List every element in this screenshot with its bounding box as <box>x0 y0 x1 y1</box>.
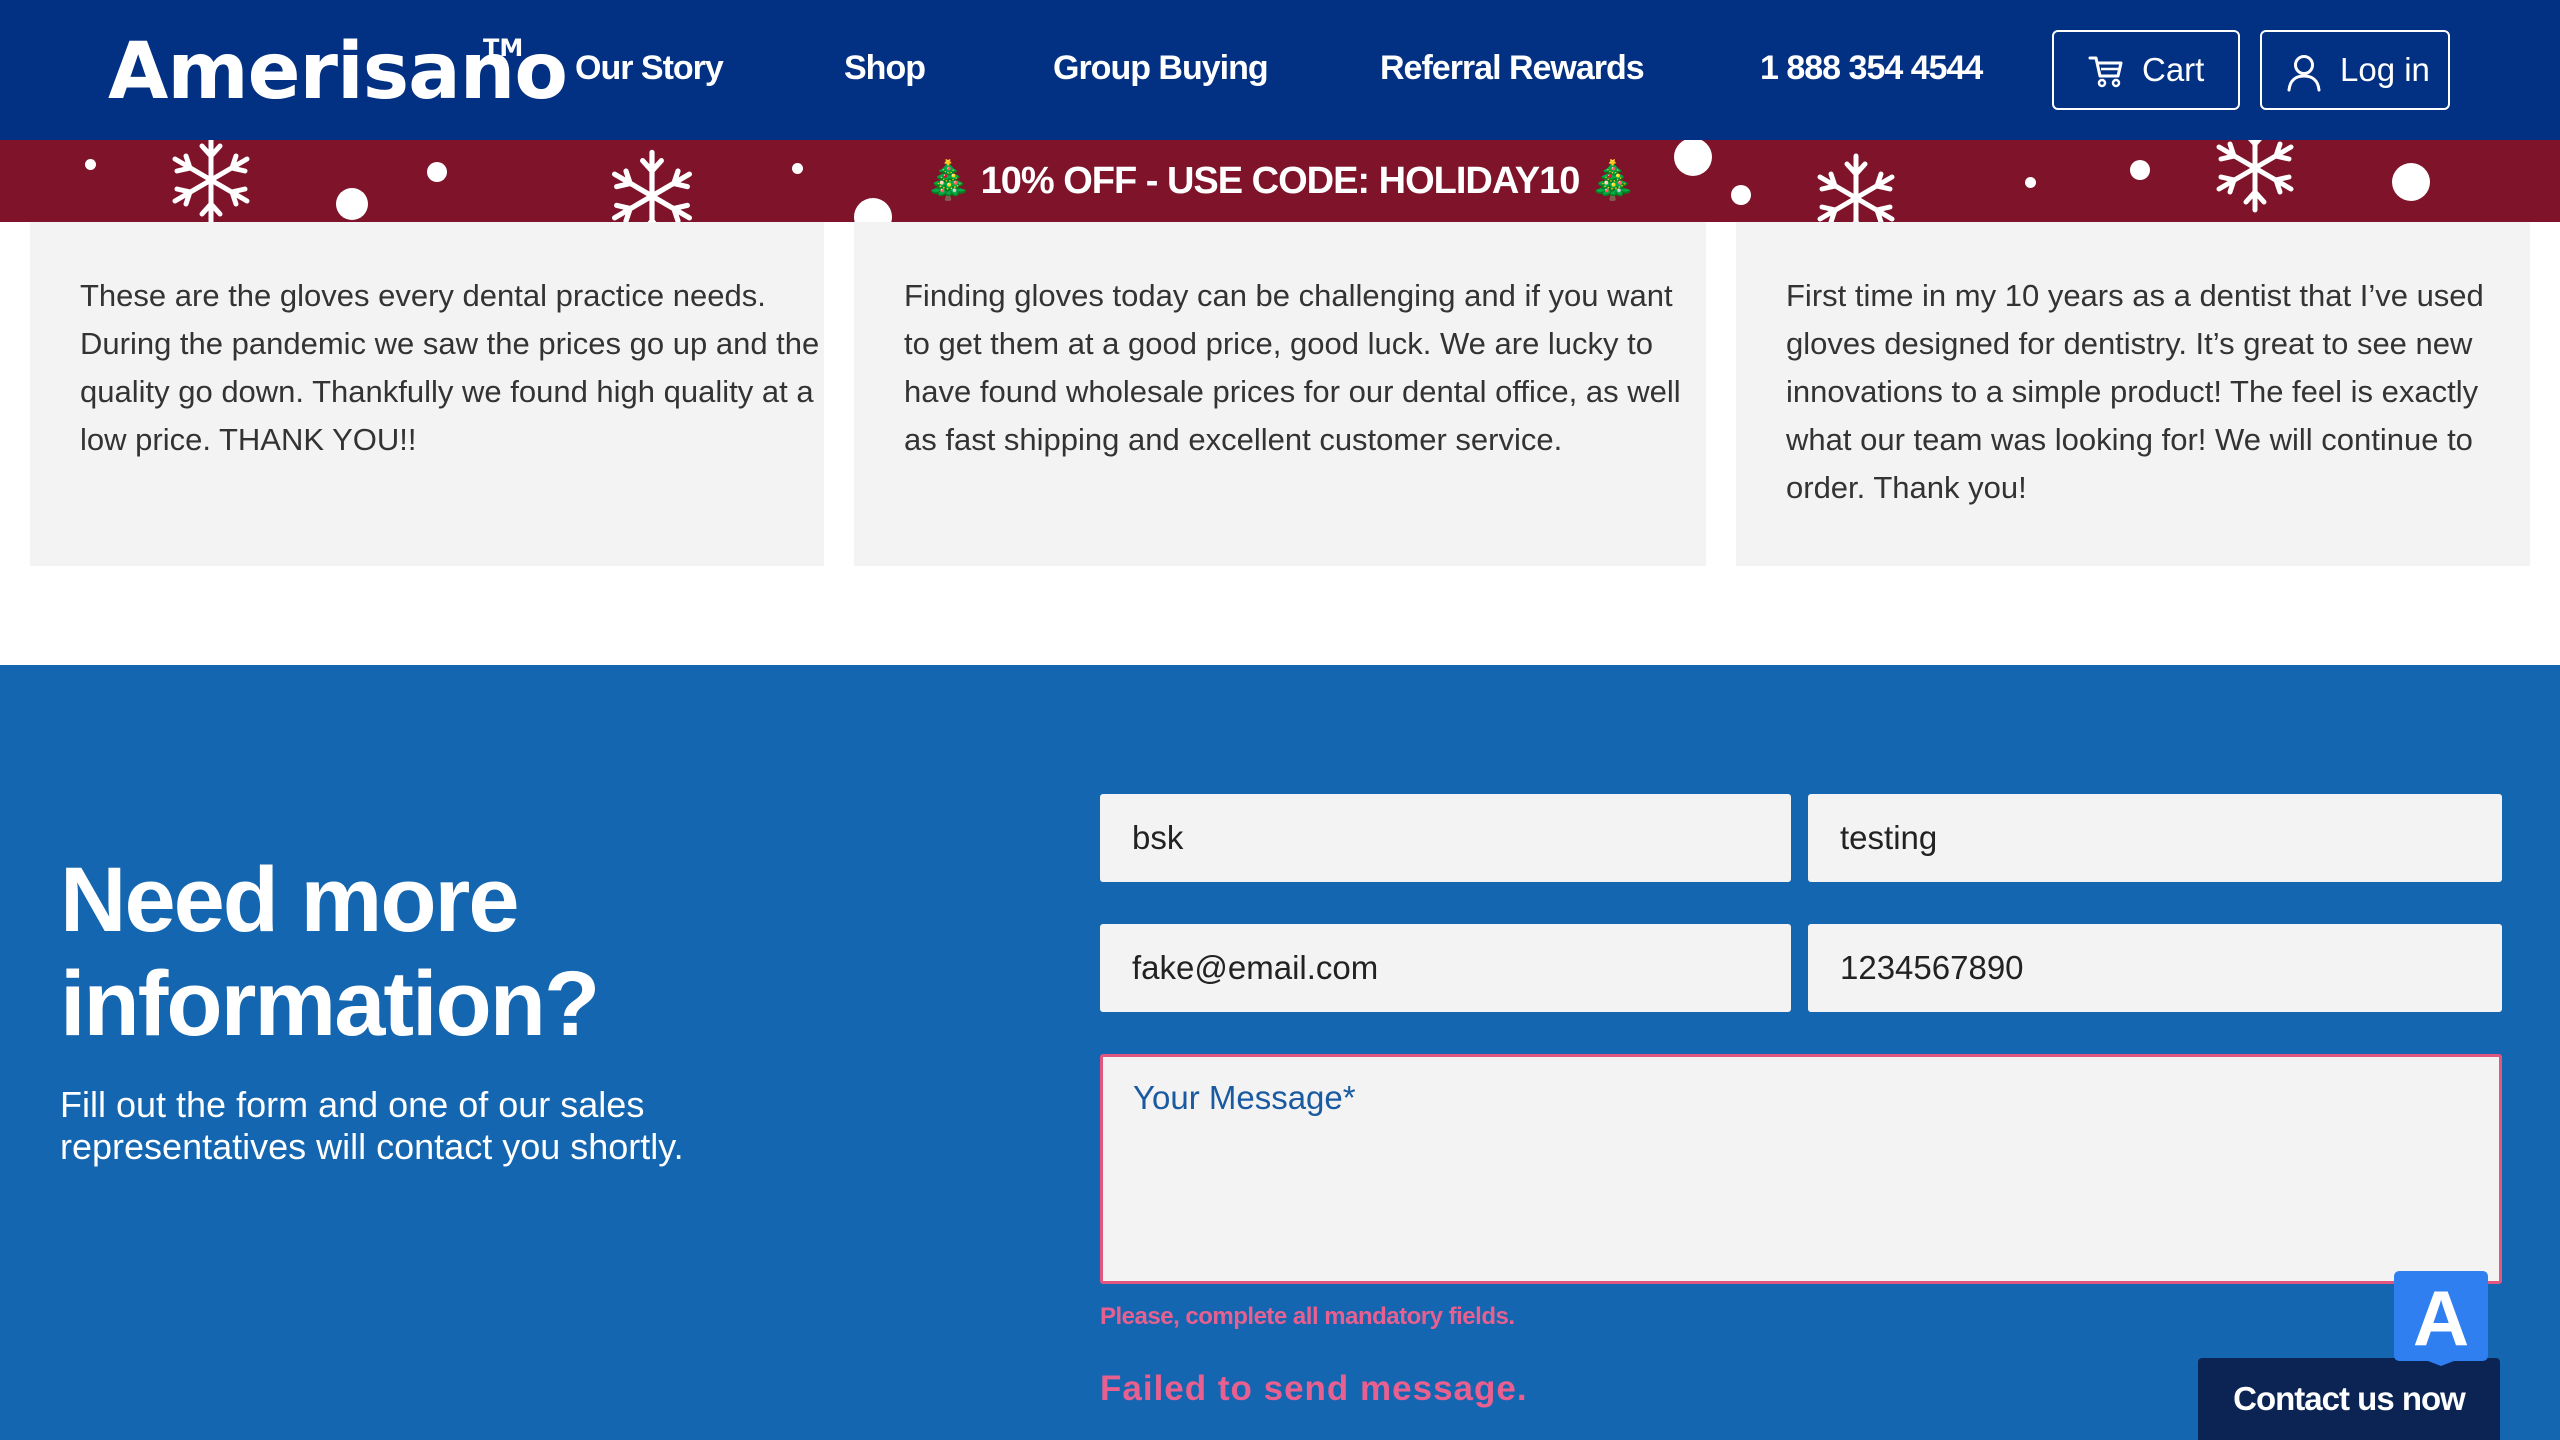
logo[interactable]: Amerisano TM <box>108 26 568 118</box>
first-name-field[interactable] <box>1100 794 1791 882</box>
login-button[interactable]: Log in <box>2260 30 2450 110</box>
promo-text: 🎄 10% OFF - USE CODE: HOLIDAY10 🎄 <box>924 160 1637 202</box>
site-header: Amerisano TM Our Story Shop Group Buying… <box>0 0 2560 140</box>
testimonial-text: Finding gloves today can be challenging … <box>904 278 1681 457</box>
send-error: Failed to send message. <box>1100 1369 1528 1408</box>
cart-button[interactable]: Cart <box>2052 30 2240 110</box>
badge-letter: A <box>2413 1274 2469 1362</box>
testimonial-card: First time in my 10 years as a dentist t… <box>1736 222 2530 566</box>
testimonial-text: These are the gloves every dental practi… <box>80 278 820 457</box>
contact-subtitle: Fill out the form and one of our sales r… <box>60 1084 684 1167</box>
nav-group-buying[interactable]: Group Buying <box>1053 46 1269 90</box>
email-field[interactable] <box>1100 924 1791 1012</box>
testimonial-text: First time in my 10 years as a dentist t… <box>1786 278 2484 505</box>
phone-field[interactable] <box>1808 924 2502 1012</box>
cart-label: Cart <box>2142 51 2205 88</box>
accessibility-widget-icon[interactable]: A <box>2392 1269 2490 1367</box>
cart-icon <box>2088 56 2123 88</box>
testimonial-card: These are the gloves every dental practi… <box>30 222 824 566</box>
contact-section: Need more information? Fill out the form… <box>0 665 2560 1440</box>
promo-banner[interactable]: 🎄 10% OFF - USE CODE: HOLIDAY10 🎄 <box>0 140 2560 222</box>
logo-trademark: TM <box>483 34 524 62</box>
login-label: Log in <box>2340 51 2430 88</box>
last-name-field[interactable] <box>1808 794 2502 882</box>
nav-shop[interactable]: Shop <box>844 46 926 90</box>
message-field[interactable] <box>1100 1054 2502 1284</box>
user-icon <box>2287 55 2321 92</box>
nav-referral-rewards[interactable]: Referral Rewards <box>1380 46 1645 90</box>
contact-us-button[interactable]: Contact us now <box>2198 1358 2500 1440</box>
contact-title: Need more information? <box>60 849 600 1055</box>
nav-phone-number[interactable]: 1 888 354 4544 <box>1760 46 1983 90</box>
validation-error: Please, complete all mandatory fields. <box>1100 1303 1515 1330</box>
page: Amerisano TM Our Story Shop Group Buying… <box>0 0 2560 1440</box>
nav-our-story[interactable]: Our Story <box>575 46 724 90</box>
testimonial-card: Finding gloves today can be challenging … <box>854 222 1706 566</box>
